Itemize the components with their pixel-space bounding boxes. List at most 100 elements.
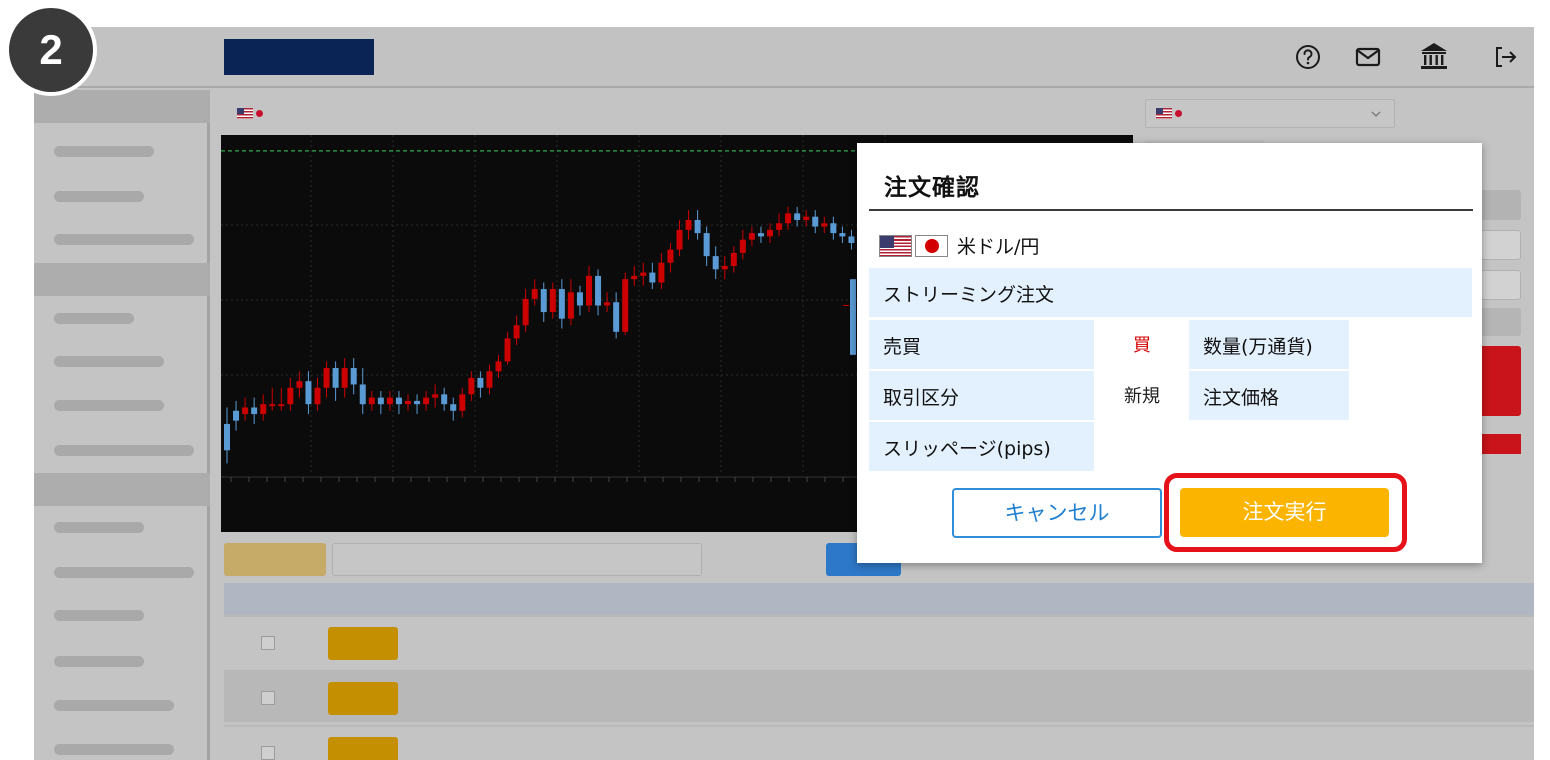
nav-section-header[interactable] <box>34 473 210 506</box>
nav-item[interactable] <box>54 610 144 621</box>
candle-body <box>748 233 755 240</box>
candle-body <box>251 407 258 415</box>
table-row[interactable] <box>224 725 1534 760</box>
nav-item[interactable] <box>54 656 144 667</box>
nav-item[interactable] <box>54 356 164 367</box>
candle-body <box>640 272 647 276</box>
cancel-button[interactable]: キャンセル <box>952 488 1162 538</box>
us-flag-icon <box>237 108 253 119</box>
nav-item[interactable] <box>54 400 164 411</box>
quantity-label: 数量(万通貨) <box>1203 336 1313 358</box>
nav-item[interactable] <box>54 313 134 324</box>
side-label: 売買 <box>883 336 922 358</box>
jp-flag-icon <box>1173 108 1184 119</box>
chart-pair-flags <box>237 108 265 119</box>
bank-icon[interactable] <box>1418 40 1450 72</box>
brand-logo[interactable] <box>224 39 374 75</box>
candle-body <box>278 404 285 407</box>
candle-body <box>386 397 393 405</box>
candle-body <box>233 410 240 421</box>
nav-item[interactable] <box>54 191 144 202</box>
row-action-button[interactable] <box>328 682 398 715</box>
help-icon[interactable] <box>1294 43 1322 71</box>
candle-body <box>694 219 701 234</box>
candle-body <box>812 216 819 227</box>
top-header-bar <box>34 27 1534 88</box>
candle-body <box>850 279 856 355</box>
mail-icon[interactable] <box>1354 43 1382 71</box>
nav-item[interactable] <box>54 700 174 711</box>
row-action-button[interactable] <box>328 737 398 760</box>
nav-item[interactable] <box>54 234 194 245</box>
candle-body <box>495 361 502 372</box>
title-divider <box>869 209 1473 211</box>
candle-body <box>604 302 611 306</box>
candle-body <box>332 368 339 388</box>
candle-body <box>314 387 321 405</box>
row-action-button[interactable] <box>328 627 398 660</box>
side-navigation <box>34 90 210 760</box>
candle-body <box>395 397 402 405</box>
order-tab-button[interactable] <box>224 543 326 576</box>
candle-body <box>712 256 719 270</box>
table-row[interactable] <box>224 615 1534 667</box>
candle-body <box>269 404 276 407</box>
nav-item[interactable] <box>54 744 174 755</box>
candle-body <box>785 213 792 224</box>
candle-body <box>468 377 475 395</box>
nav-item[interactable] <box>54 146 154 157</box>
candle-body <box>341 368 348 388</box>
candle-body <box>441 394 448 405</box>
candle-body <box>567 292 574 319</box>
candle-body <box>513 325 520 339</box>
order-confirm-dialog: 注文確認 米ドル/円 ストリーミング注文 売買 買 数量(万通貨) 取引区分 新… <box>857 143 1482 563</box>
candle-body <box>586 275 592 306</box>
label-cell: 取引区分 <box>869 371 1094 420</box>
candle-body <box>658 262 665 283</box>
currency-pair-select[interactable] <box>1145 99 1395 128</box>
nav-item[interactable] <box>54 445 194 456</box>
logout-icon[interactable] <box>1491 43 1519 71</box>
order-type-row: ストリーミング注文 <box>869 268 1472 317</box>
candle-body <box>821 223 828 227</box>
candle-body <box>613 302 620 332</box>
us-flag-icon <box>1156 108 1172 119</box>
trade-type-label: 取引区分 <box>883 387 960 409</box>
candle-body <box>558 289 565 319</box>
nav-item[interactable] <box>54 522 144 533</box>
candle-body <box>667 249 674 263</box>
screenshot-stage: 2 注文確認 米ドル/円 ストリーミング注文 売買 買 数量(万通貨) 取引区分… <box>0 0 1550 760</box>
nav-item[interactable] <box>54 567 194 578</box>
label-cell: スリッページ(pips) <box>869 422 1094 471</box>
candle-body <box>703 233 710 257</box>
candle-body <box>224 423 230 451</box>
candle-body <box>576 292 583 306</box>
candle-body <box>486 371 493 388</box>
jp-flag-icon <box>254 108 265 119</box>
row-checkbox[interactable] <box>261 746 275 760</box>
candle-body <box>649 272 656 283</box>
nav-section-header[interactable] <box>34 263 210 296</box>
candle-body <box>730 252 737 267</box>
candle-body <box>794 213 801 220</box>
step-number-badge: 2 <box>5 4 97 96</box>
candle-body <box>776 223 783 230</box>
currency-pair-label: 米ドル/円 <box>879 232 1039 259</box>
candle-body <box>549 289 556 313</box>
trade-type-value: 新規 <box>1124 386 1160 407</box>
row-checkbox[interactable] <box>261 636 275 650</box>
row-checkbox[interactable] <box>261 691 275 705</box>
candle-body <box>368 397 375 405</box>
candle-body <box>350 368 357 385</box>
execute-order-button[interactable]: 注文実行 <box>1180 488 1389 537</box>
candle-body <box>287 387 294 405</box>
candle-body <box>622 279 629 332</box>
candle-body <box>296 381 303 388</box>
table-row[interactable] <box>224 670 1534 722</box>
candle-body <box>839 233 846 237</box>
label-cell: 数量(万通貨) <box>1189 320 1349 369</box>
candle-body <box>767 229 773 237</box>
candle-body <box>540 289 547 313</box>
order-type: ストリーミング注文 <box>883 284 1055 306</box>
filter-input[interactable] <box>332 543 702 576</box>
